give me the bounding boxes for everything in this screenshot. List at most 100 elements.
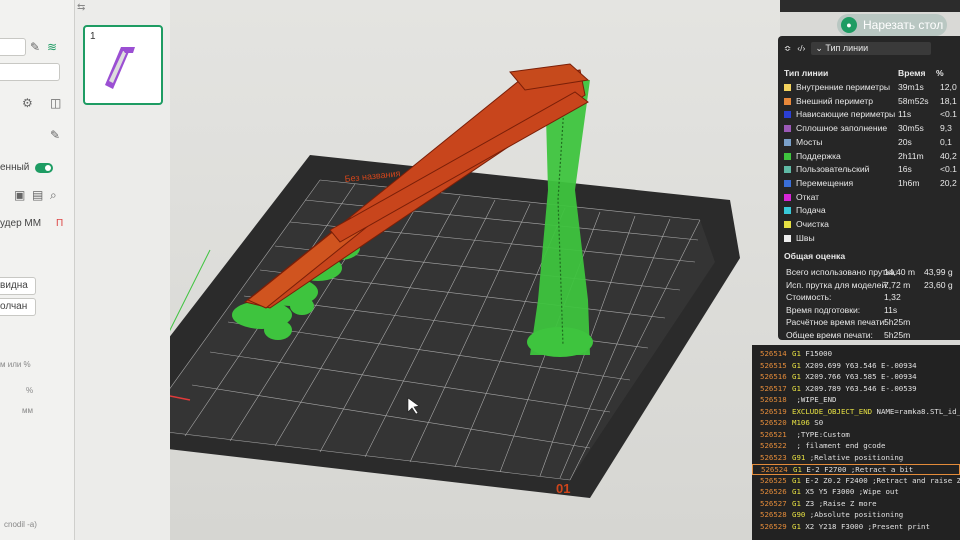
gcode-params: F15000 (800, 349, 833, 358)
gcode-line[interactable]: 526516 G1 X209.766 Y63.585 E-.00934 (752, 372, 960, 383)
gcode-command: G1 (792, 521, 801, 531)
summary-row: Всего использовано прутка: 14,40 m 43,99 g (786, 267, 960, 279)
gcode-line[interactable]: 526523 G91 ;Relative positioning (752, 453, 960, 464)
save-as-icon[interactable]: ▤ (32, 188, 43, 202)
gcode-line[interactable]: 526527 G1 Z3 ;Raise Z more (752, 499, 960, 510)
legend-row[interactable]: Внешний периметр 58m52s 18,1 (784, 96, 960, 109)
legend-label: Откат (796, 191, 820, 202)
legend-swatch (784, 125, 791, 133)
gcode-params: ; filament end gcode (792, 441, 886, 450)
slice-plate-button[interactable]: ● Нарезать стол (837, 14, 947, 36)
gcode-line[interactable]: 526525 G1 E-2 Z0.2 F2400 ;Retract and rai… (752, 476, 960, 487)
gcode-params: E-2 Z0.2 F2400 ;Retract and raise Z (800, 475, 960, 485)
gcode-viewer[interactable]: 526514 G1 F15000 526515 G1 X209.699 Y63.546… (752, 345, 960, 540)
legend-time: 20s (898, 136, 912, 147)
bed-icon[interactable]: ◫ (50, 96, 61, 110)
gcode-params: ;Absolute positioning (805, 510, 904, 519)
legend-swatch (784, 207, 791, 215)
summary-label: Время подготовки: (786, 304, 861, 315)
gcode-line[interactable]: 526518 ;WIPE_END (752, 395, 960, 406)
legend-row[interactable]: Швы (784, 233, 960, 246)
legend-row[interactable]: Очистка (784, 219, 960, 232)
gcode-line[interactable]: 526528 G90 ;Absolute positioning (752, 510, 960, 521)
gcode-line[interactable]: 526520 M106 S0 (752, 418, 960, 429)
legend-row[interactable]: Нависающие периметры 11s <0.1 (784, 109, 960, 122)
collapse-icon[interactable]: ≎ (784, 43, 791, 54)
gcode-line[interactable]: 526519 EXCLUDE_OBJECT_END NAME=ramka8.STL… (752, 407, 960, 418)
slice-button-label: Нарезать стол (863, 18, 944, 32)
summary-row: Расчётное время печати: 5h25m (786, 317, 960, 329)
gcode-command: EXCLUDE_OBJECT_END (792, 406, 873, 416)
sidebar-field[interactable] (0, 38, 26, 56)
bed-grid-area (170, 180, 715, 480)
toggle-label: енный (0, 162, 30, 173)
plate-preview-icon (105, 47, 135, 89)
support-base (527, 327, 593, 357)
gcode-line[interactable]: 526515 G1 X209.699 Y63.546 E-.00934 (752, 361, 960, 372)
gcode-line[interactable]: 526522 ; filament end gcode (752, 441, 960, 452)
legend-label: Внешний периметр (796, 95, 874, 106)
gcode-command: G91 (792, 452, 806, 462)
search-icon[interactable]: ⌕ (50, 188, 57, 203)
legend-swatch (784, 152, 791, 160)
edit-icon[interactable]: ✎ (50, 128, 60, 142)
legend-swatch (784, 179, 791, 187)
collapse-icon[interactable]: ⇆ (77, 2, 85, 13)
wifi-icon[interactable]: ≋ (47, 40, 57, 54)
legend-swatch (784, 97, 791, 105)
plate-thumbnail[interactable]: 1 (83, 25, 163, 105)
legend-row[interactable]: Мосты 20s 0,1 (784, 137, 960, 150)
legend-row[interactable]: Подача (784, 205, 960, 218)
legend-row[interactable]: Сплошное заполнение 30m5s 9,3 (784, 123, 960, 136)
edit-icon[interactable]: ✎ (30, 40, 40, 54)
legend-row[interactable]: Внутренние периметры 39m1s 12,0 (784, 82, 960, 95)
summary-row: Исп. прутка для моделей: 7,72 m 23,60 g (786, 280, 960, 292)
gcode-params: ;TYPE:Custom (792, 429, 850, 439)
3d-viewport[interactable]: Без названия 01 (170, 0, 780, 540)
gcode-line[interactable]: 526524 G1 E-2 F2700 ;Retract a bit (752, 464, 960, 475)
column-header-time: Время (898, 68, 926, 78)
print-preview-scene[interactable]: Без названия 01 (170, 0, 780, 540)
gcode-line[interactable]: 526517 G1 X209.789 Y63.546 E-.00539 (752, 384, 960, 395)
gcode-line[interactable]: 526529 G1 X2 Y218 F3000 ;Present print (752, 522, 960, 533)
gcode-command: G1 (792, 383, 801, 393)
slice-icon: ● (841, 17, 857, 33)
extruder-label: удер ММ (0, 218, 42, 229)
legend-percent: <0.1 (940, 109, 957, 120)
gcode-line-number: 526518 (760, 395, 787, 404)
gcode-line[interactable]: 526514 G1 F15000 (752, 349, 960, 360)
summary-label: Всего использовано прутка: (786, 267, 898, 277)
gcode-line[interactable]: 526521 ;TYPE:Custom (752, 430, 960, 441)
legend-row[interactable]: Откат (784, 192, 960, 205)
legend-swatch (784, 234, 791, 242)
legend-label: Мосты (796, 136, 823, 147)
plate-id-label: 01 (556, 481, 570, 496)
legend-row[interactable]: Перемещения 1h6m 20,2 (784, 178, 960, 191)
legend-percent: 18,1 (940, 95, 957, 106)
gcode-line[interactable]: 526526 G1 X5 Y5 F3000 ;Wipe out (752, 487, 960, 498)
gcode-command: G1 (792, 360, 801, 370)
legend-label: Перемещения (796, 177, 854, 188)
code-icon[interactable]: ‹/› (797, 43, 805, 53)
summary-value: 11s (884, 304, 898, 315)
gcode-line-number: 526529 (760, 521, 787, 531)
top-bar (780, 0, 960, 12)
legend-percent: <0.1 (940, 164, 957, 175)
gcode-line-number: 526517 (760, 383, 787, 393)
summary-row: Общее время печати: 5h25m (786, 330, 960, 341)
gcode-params: X209.766 Y63.585 E-.00934 (800, 372, 917, 381)
gcode-line-number: 526520 (760, 418, 787, 427)
sidebar-field[interactable] (0, 63, 60, 81)
toggle-switch[interactable] (35, 163, 53, 173)
legend-row[interactable]: Пользовательский 16s <0.1 (784, 164, 960, 177)
view-type-select[interactable]: ⌄ Тип линии (811, 41, 932, 55)
settings-sidebar: ✎ ≋ ⚙ ◫ ✎ енный ▣ ▤ ⌕ удер ММ П видна ол… (0, 0, 75, 540)
legend-time: 30m5s (898, 123, 924, 134)
legend-row[interactable]: Поддержка 2h11m 40,2 (784, 151, 960, 164)
legend-label: Поддержка (796, 150, 841, 161)
gcode-line-number: 526522 (760, 441, 787, 450)
gcode-line-number: 526516 (760, 372, 787, 381)
settings-icon[interactable]: ⚙ (22, 96, 33, 110)
gcode-params: X209.789 Y63.546 E-.00539 (800, 383, 917, 393)
save-icon[interactable]: ▣ (14, 188, 25, 202)
